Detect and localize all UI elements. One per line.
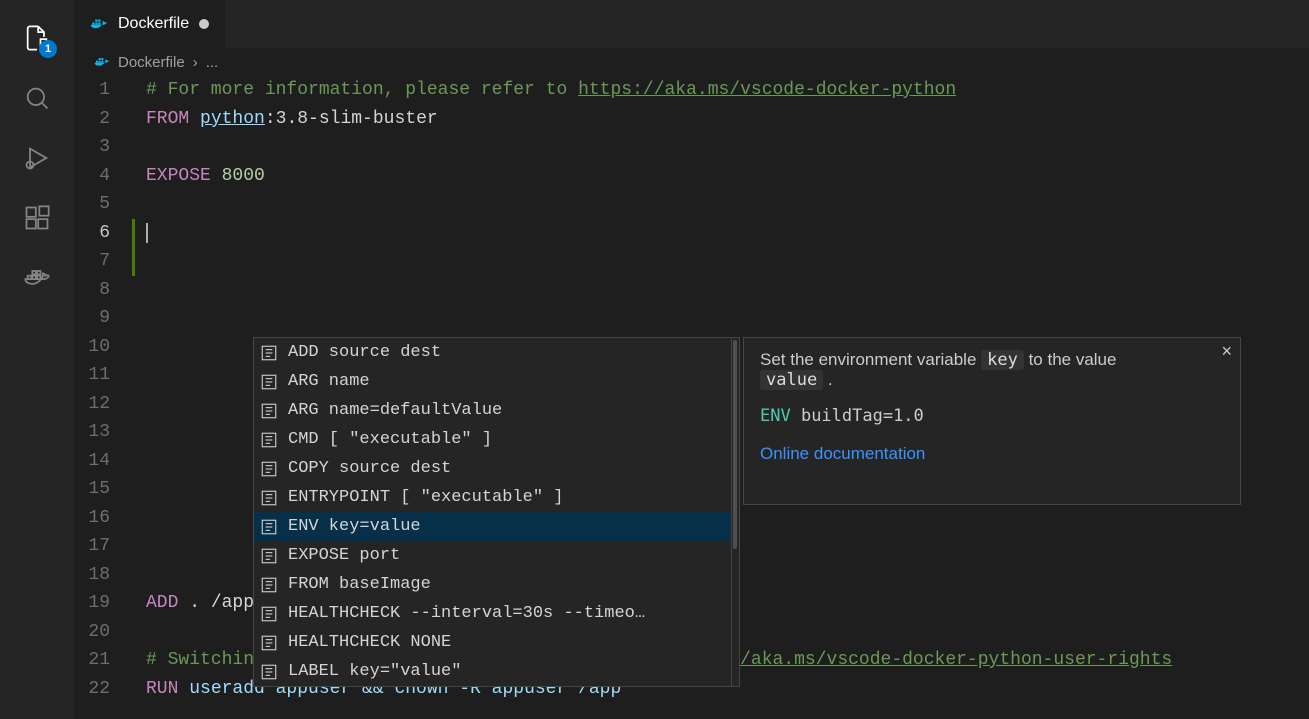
snippet-icon — [260, 489, 278, 507]
extensions-icon[interactable] — [13, 188, 61, 248]
suggestion-label: EXPOSE port — [288, 546, 400, 565]
docker-file-icon — [90, 15, 108, 33]
suggestion-item[interactable]: ARG name — [254, 367, 739, 396]
dirty-indicator-icon — [199, 19, 209, 29]
suggestion-item[interactable]: HEALTHCHECK --interval=30s --timeo… — [254, 599, 739, 628]
suggestion-details: × Set the environment variable key to th… — [743, 337, 1241, 505]
snippet-icon — [260, 634, 278, 652]
line-number: 18 — [74, 561, 134, 590]
suggestion-label: CMD [ "executable" ] — [288, 430, 492, 449]
line-number: 20 — [74, 618, 134, 647]
snippet-icon — [260, 663, 278, 681]
suggestion-label: ENV key=value — [288, 517, 421, 536]
suggestion-label: ADD source dest — [288, 343, 441, 362]
line-number: 2 — [74, 105, 134, 134]
line-number: 14 — [74, 447, 134, 476]
suggestion-item[interactable]: EXPOSE port — [254, 541, 739, 570]
line-number: 10 — [74, 333, 134, 362]
breadcrumb-sep: › — [193, 54, 198, 71]
run-debug-icon[interactable] — [13, 128, 61, 188]
snippet-icon — [260, 460, 278, 478]
suggestion-item[interactable]: COPY source dest — [254, 454, 739, 483]
snippet-icon — [260, 431, 278, 449]
explorer-icon[interactable]: 1 — [13, 8, 61, 68]
close-icon[interactable]: × — [1221, 342, 1232, 360]
tabs-bar: Dockerfile — [74, 0, 1309, 48]
line-number: 8 — [74, 276, 134, 305]
suggestion-item[interactable]: ENTRYPOINT [ "executable" ] — [254, 483, 739, 512]
snippet-icon — [260, 518, 278, 536]
suggestion-label: HEALTHCHECK --interval=30s --timeo… — [288, 604, 645, 623]
suggestion-label: COPY source dest — [288, 459, 451, 478]
suggestion-item[interactable]: CMD [ "executable" ] — [254, 425, 739, 454]
snippet-icon — [260, 344, 278, 362]
suggestion-label: ENTRYPOINT [ "executable" ] — [288, 488, 563, 507]
suggestion-item[interactable]: LABEL key="value" — [254, 657, 739, 686]
suggestion-label: FROM baseImage — [288, 575, 431, 594]
snippet-icon — [260, 605, 278, 623]
line-number: 16 — [74, 504, 134, 533]
suggestion-item[interactable]: ADD source dest — [254, 338, 739, 367]
snippet-icon — [260, 402, 278, 420]
search-icon[interactable] — [13, 68, 61, 128]
line-number: 22 — [74, 675, 134, 704]
line-number: 5 — [74, 190, 134, 219]
activity-bar: 1 — [0, 0, 74, 719]
explorer-badge: 1 — [39, 40, 57, 58]
breadcrumb-file: Dockerfile — [118, 54, 185, 71]
docker-icon[interactable] — [13, 248, 61, 308]
breadcrumb[interactable]: Dockerfile › ... — [74, 48, 1309, 76]
line-number: 3 — [74, 133, 134, 162]
snippet-icon — [260, 373, 278, 391]
suggestion-example: ENV buildTag=1.0 — [760, 406, 1224, 426]
suggestion-widget: ADD source dest ARG name ARG name=defaultV… — [253, 337, 740, 687]
online-documentation-link[interactable]: Online documentation — [760, 444, 1224, 464]
editor-area: Dockerfile Dockerfile › ... 1# For more … — [74, 0, 1309, 719]
line-number: 7 — [74, 247, 134, 276]
tab-title: Dockerfile — [118, 15, 189, 33]
snippet-icon — [260, 547, 278, 565]
tab-dockerfile[interactable]: Dockerfile — [74, 0, 225, 48]
suggestion-description: Set the environment variable key to the … — [760, 350, 1224, 390]
suggestion-scrollbar[interactable] — [733, 340, 737, 549]
snippet-icon — [260, 576, 278, 594]
suggestion-label: ARG name=defaultValue — [288, 401, 502, 420]
line-number: 12 — [74, 390, 134, 419]
breadcrumb-rest: ... — [206, 54, 219, 71]
suggestion-item[interactable]: ARG name=defaultValue — [254, 396, 739, 425]
line-number: 11 — [74, 361, 134, 390]
line-number: 19 — [74, 589, 134, 618]
line-number: 9 — [74, 304, 134, 333]
suggestion-item[interactable]: FROM baseImage — [254, 570, 739, 599]
line-number: 13 — [74, 418, 134, 447]
line-number: 6 — [74, 219, 134, 248]
line-number: 21 — [74, 646, 134, 675]
suggestion-label: ARG name — [288, 372, 370, 391]
suggestion-label: LABEL key="value" — [288, 662, 461, 681]
line-number: 1 — [74, 76, 134, 105]
docker-file-icon — [94, 54, 110, 70]
suggestion-item[interactable]: HEALTHCHECK NONE — [254, 628, 739, 657]
suggestion-item[interactable]: ENV key=value — [254, 512, 739, 541]
line-number: 4 — [74, 162, 134, 191]
line-number: 15 — [74, 475, 134, 504]
line-number: 17 — [74, 532, 134, 561]
suggestion-label: HEALTHCHECK NONE — [288, 633, 451, 652]
text-cursor — [146, 223, 148, 243]
